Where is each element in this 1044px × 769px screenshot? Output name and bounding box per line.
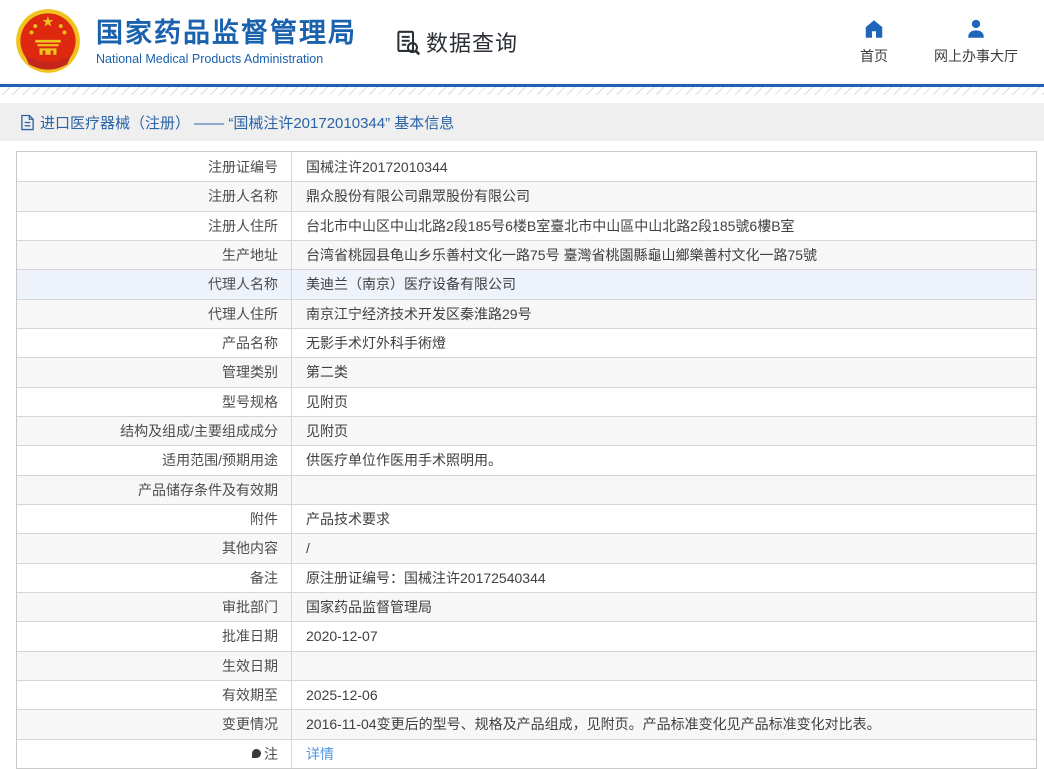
row-label: 批准日期 — [17, 622, 292, 650]
table-row: 产品储存条件及有效期 — [17, 475, 1036, 504]
row-label: 适用范围/预期用途 — [17, 446, 292, 474]
national-emblem-logo — [14, 8, 82, 76]
row-label: 生产地址 — [17, 241, 292, 269]
document-search-icon — [395, 29, 422, 56]
table-row: 备注原注册证编号：国械注许20172540344 — [17, 563, 1036, 592]
table-row: 生效日期 — [17, 651, 1036, 680]
row-label: 管理类别 — [17, 358, 292, 386]
row-value: 详情 — [292, 744, 1036, 764]
row-label: 其他内容 — [17, 534, 292, 562]
data-query-label: 数据查询 — [426, 26, 518, 58]
agency-name-cn: 国家药品监督管理局 — [96, 18, 357, 49]
site-header: 国家药品监督管理局 National Medical Products Admi… — [0, 0, 1044, 84]
row-label: 变更情况 — [17, 710, 292, 738]
nav-item-label: 网上办事大厅 — [934, 46, 1018, 66]
data-query-section[interactable]: 数据查询 — [395, 26, 518, 58]
note-icon — [252, 749, 261, 758]
row-label: 注册人名称 — [17, 182, 292, 210]
row-label: 产品储存条件及有效期 — [17, 476, 292, 504]
row-value: 台北市中山区中山北路2段185号6楼B室臺北市中山區中山北路2段185號6樓B室 — [292, 216, 1036, 236]
table-row: 其他内容/ — [17, 533, 1036, 562]
row-label: 注册人住所 — [17, 212, 292, 240]
table-row: 生产地址台湾省桃园县龟山乡乐善村文化一路75号 臺灣省桃園縣龜山鄉樂善村文化一路… — [17, 240, 1036, 269]
table-row: 批准日期2020-12-07 — [17, 621, 1036, 650]
agency-name-en: National Medical Products Administration — [96, 52, 357, 66]
table-row: 变更情况2016-11-04变更后的型号、规格及产品组成，见附页。产品标准变化见… — [17, 709, 1036, 738]
spacer — [0, 95, 1044, 103]
table-row: 型号规格见附页 — [17, 387, 1036, 416]
page-title-bar: 进口医疗器械（注册） —— “国械注许20172010344” 基本信息 — [0, 103, 1044, 141]
row-label: 审批部门 — [17, 593, 292, 621]
table-row: 代理人住所南京江宁经济技术开发区秦淮路29号 — [17, 299, 1036, 328]
table-row: 审批部门国家药品监督管理局 — [17, 592, 1036, 621]
table-row: 适用范围/预期用途供医疗单位作医用手术照明用。 — [17, 445, 1036, 474]
row-value: 2016-11-04变更后的型号、规格及产品组成，见附页。产品标准变化见产品标准… — [292, 714, 1036, 734]
row-label: 结构及组成/主要组成成分 — [17, 417, 292, 445]
row-value: 原注册证编号：国械注许20172540344 — [292, 568, 1036, 588]
table-row: 附件产品技术要求 — [17, 504, 1036, 533]
document-icon — [20, 114, 35, 131]
detail-link[interactable]: 详情 — [306, 746, 334, 762]
row-label: 附件 — [17, 505, 292, 533]
row-value: 鼎众股份有限公司鼎眾股份有限公司 — [292, 186, 1036, 206]
nav-item-home[interactable]: 首页 — [860, 18, 888, 66]
table-row: 代理人名称美迪兰（南京）医疗设备有限公司 — [17, 269, 1036, 298]
row-label: 产品名称 — [17, 329, 292, 357]
home-icon — [863, 18, 885, 40]
table-row: 产品名称无影手术灯外科手術燈 — [17, 328, 1036, 357]
row-label: 注册证编号 — [17, 152, 292, 181]
row-value: 国家药品监督管理局 — [292, 597, 1036, 617]
spacer — [0, 141, 1044, 151]
row-value: 产品技术要求 — [292, 509, 1036, 529]
info-table: 注册证编号国械注许20172010344注册人名称鼎众股份有限公司鼎眾股份有限公… — [16, 151, 1037, 769]
row-label: 备注 — [17, 564, 292, 592]
nav-item-label: 首页 — [860, 46, 888, 66]
agency-title-block: 国家药品监督管理局 National Medical Products Admi… — [96, 18, 357, 65]
row-value: 2025-12-06 — [292, 687, 1036, 703]
table-row: 注册人名称鼎众股份有限公司鼎眾股份有限公司 — [17, 181, 1036, 210]
page-title: 进口医疗器械（注册） —— “国械注许20172010344” 基本信息 — [40, 112, 454, 133]
header-nav: 首页 网上办事大厅 — [860, 18, 1018, 66]
row-label: 型号规格 — [17, 388, 292, 416]
row-value: 南京江宁经济技术开发区秦淮路29号 — [292, 304, 1036, 324]
table-row: 管理类别第二类 — [17, 357, 1036, 386]
table-row: 结构及组成/主要组成成分见附页 — [17, 416, 1036, 445]
row-value: 见附页 — [292, 392, 1036, 412]
row-value: 台湾省桃园县龟山乡乐善村文化一路75号 臺灣省桃園縣龜山鄉樂善村文化一路75號 — [292, 245, 1036, 265]
row-value: 美迪兰（南京）医疗设备有限公司 — [292, 274, 1036, 294]
table-row: 注册证编号国械注许20172010344 — [17, 152, 1036, 181]
row-label: 生效日期 — [17, 652, 292, 680]
row-label: 注 — [17, 740, 292, 768]
row-label: 代理人名称 — [17, 270, 292, 298]
table-row: 注册人住所台北市中山区中山北路2段185号6楼B室臺北市中山區中山北路2段185… — [17, 211, 1036, 240]
table-row: 注详情 — [17, 739, 1036, 768]
row-value: 2020-12-07 — [292, 628, 1036, 644]
nav-item-online-hall[interactable]: 网上办事大厅 — [934, 18, 1018, 66]
row-value: 无影手术灯外科手術燈 — [292, 333, 1036, 353]
table-row: 有效期至2025-12-06 — [17, 680, 1036, 709]
row-label: 代理人住所 — [17, 300, 292, 328]
row-value: 见附页 — [292, 421, 1036, 441]
user-icon — [965, 18, 987, 40]
row-value: / — [292, 540, 1036, 556]
row-value: 国械注许20172010344 — [292, 157, 1036, 177]
hatch-strip — [0, 87, 1044, 95]
row-value: 第二类 — [292, 362, 1036, 382]
row-value: 供医疗单位作医用手术照明用。 — [292, 450, 1036, 470]
row-label: 有效期至 — [17, 681, 292, 709]
